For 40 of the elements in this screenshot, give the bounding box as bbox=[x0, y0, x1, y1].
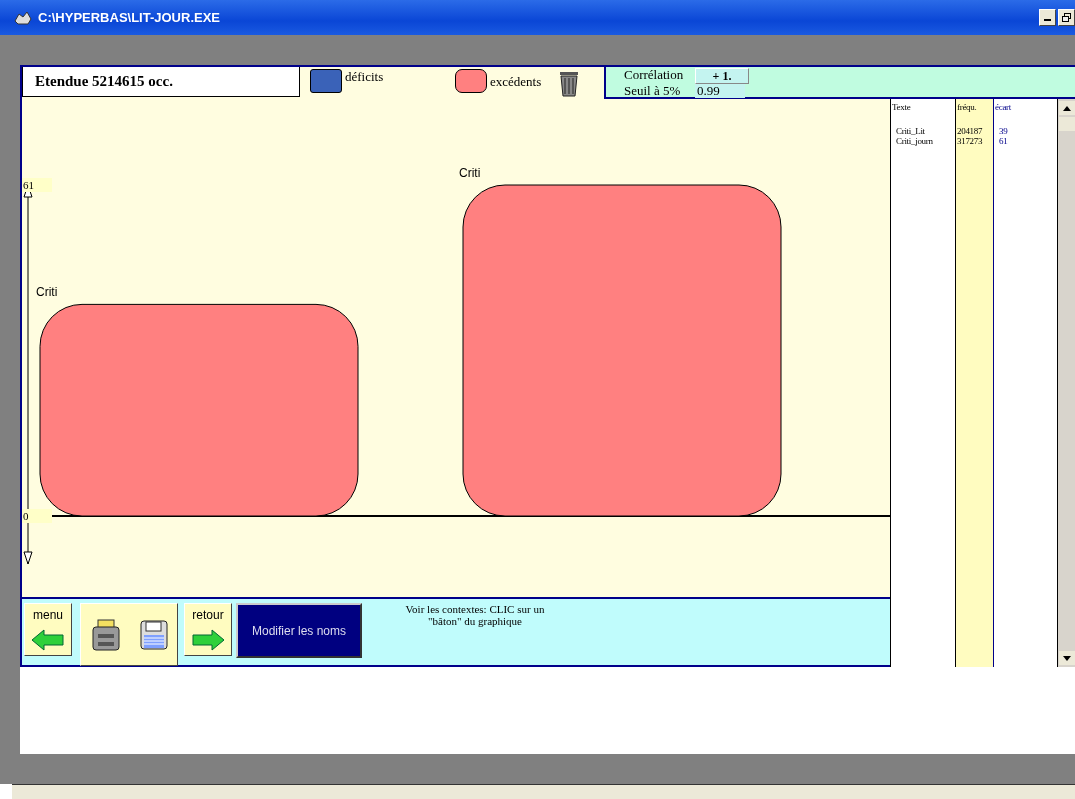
printer-icon[interactable] bbox=[89, 617, 122, 652]
correlation-label: Corrélation bbox=[624, 68, 685, 84]
back-button[interactable]: retour bbox=[184, 603, 232, 656]
scroll-down-icon[interactable] bbox=[1059, 651, 1075, 665]
left-arrow-icon bbox=[30, 629, 66, 651]
axis-tick-label: 0 bbox=[23, 510, 29, 522]
right-arrow-icon bbox=[190, 629, 226, 651]
column-header: Texte bbox=[892, 102, 912, 112]
scrollbar[interactable] bbox=[1058, 99, 1075, 667]
extent-label: Etendue 5214615 occ. bbox=[22, 67, 300, 97]
table-cell-text: 317273 bbox=[957, 136, 984, 146]
threshold-label: Seuil à 5% bbox=[624, 84, 682, 98]
restore-icon bbox=[1062, 13, 1071, 22]
menu-button[interactable]: menu bbox=[24, 603, 72, 656]
table-cell-text: 204187 bbox=[957, 126, 984, 136]
table-cell-text: 39 bbox=[998, 126, 1009, 136]
scroll-up-icon[interactable] bbox=[1059, 101, 1075, 115]
table-cell-text: Criti_Lit bbox=[895, 126, 926, 136]
legend-label: excédents bbox=[490, 74, 542, 90]
column-header: fréqu. bbox=[957, 102, 978, 112]
column-header: écart bbox=[995, 102, 1012, 112]
axis-tick-label: 61 bbox=[23, 179, 34, 191]
restore-button[interactable] bbox=[1058, 9, 1075, 26]
app-icon bbox=[14, 10, 32, 25]
rename-button[interactable]: Modifier les noms bbox=[236, 603, 362, 658]
bar-label: Criti bbox=[36, 285, 58, 300]
legend-label: déficits bbox=[345, 69, 384, 85]
bar-label: Criti bbox=[459, 166, 481, 180]
table-cell-text: Criti_journ bbox=[895, 136, 934, 146]
threshold-value: 0.99 bbox=[695, 84, 745, 98]
bar[interactable] bbox=[39, 303, 359, 517]
trash-icon[interactable] bbox=[558, 69, 580, 97]
minimize-icon bbox=[1044, 19, 1051, 21]
correlation-value: + 1. bbox=[695, 68, 749, 84]
table-cell-text: 61 bbox=[998, 136, 1009, 146]
minimize-button[interactable] bbox=[1039, 9, 1056, 26]
hint-text: Voir les contextes: CLIC sur un "bâton" du graphique bbox=[404, 603, 546, 627]
scrollbar-thumb[interactable] bbox=[1059, 117, 1075, 131]
down-arrow bbox=[23, 521, 33, 565]
window-title: C:\HYPERBAS\LIT-JOUR.EXE bbox=[38, 10, 221, 25]
